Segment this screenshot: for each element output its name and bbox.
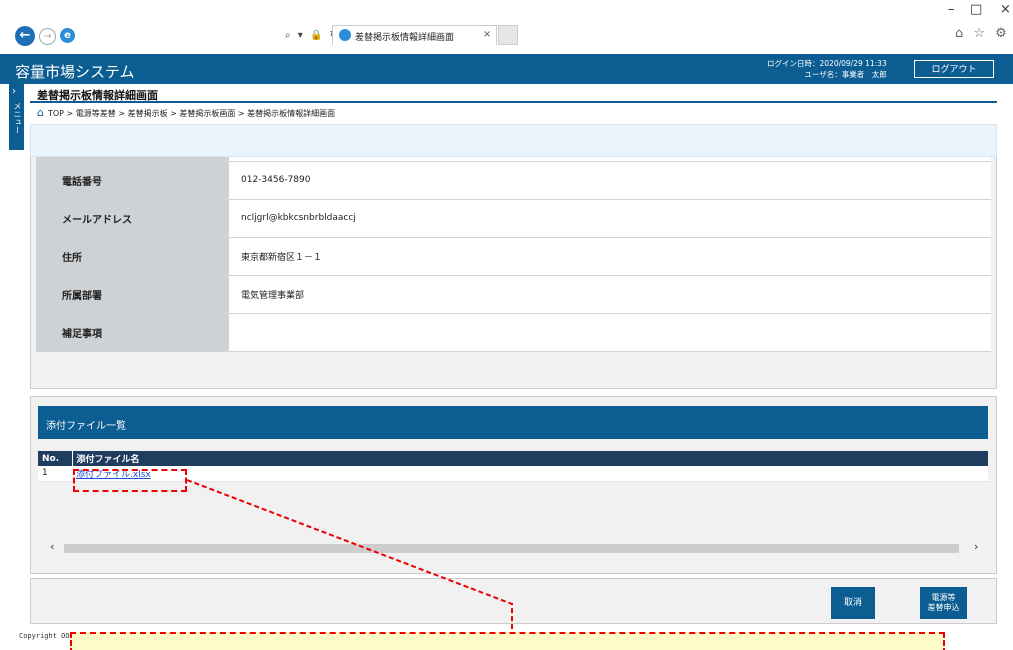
minimize-icon[interactable]: – [948, 2, 955, 17]
login-time: ログイン日時：2020/09/29 11:33 [767, 59, 887, 68]
file-cell: 添付ファイル.xlsx [72, 466, 988, 482]
app-header: 容量市場システム ログイン日時：2020/09/29 11:33 ユーザ名：事業… [0, 54, 1013, 84]
home-icon[interactable]: ⌂ [37, 106, 44, 119]
annotation-callout [70, 632, 945, 650]
horizontal-scrollbar[interactable]: ‹ › [38, 540, 988, 555]
detail-value: ncljgrl@kbkcsnbrbldaaccj [229, 199, 991, 238]
logout-button[interactable]: ログアウト [914, 60, 994, 78]
col-no-header: No. [38, 451, 73, 466]
login-info: ログイン日時：2020/09/29 11:33 ユーザ名：事業者 太郎 [767, 58, 887, 80]
file-no: 1 [38, 466, 72, 482]
close-window-icon[interactable]: × [1000, 2, 1011, 17]
detail-label: 住所 [36, 237, 229, 276]
user-name: ユーザ名：事業者 太郎 [804, 70, 887, 79]
side-menu-label: メニュー [13, 102, 22, 134]
title-divider [30, 101, 997, 103]
col-name-header: 添付ファイル名 [72, 451, 988, 466]
side-menu-toggle[interactable]: › メニュー [9, 84, 24, 150]
detail-label: 電話番号 [36, 161, 229, 200]
forward-icon[interactable]: → [39, 28, 56, 45]
browser-chrome: – □ × ← → e ⌕ ▾ 🔒 ↻ 差替掲示板情報詳細画面 × ⌂ ☆ ⚙ [0, 0, 1013, 54]
detail-panel: 電話番号 012-3456-7890 メールアドレス ncljgrl@kbkcsnb… [30, 157, 997, 389]
detail-row: 補足事項 [36, 313, 991, 352]
app-title: 容量市場システム [15, 63, 135, 81]
detail-label: 補足事項 [36, 313, 229, 352]
scroll-thumb[interactable] [64, 544, 959, 553]
scroll-right-icon[interactable]: › [974, 540, 978, 553]
detail-row: 電話番号 012-3456-7890 [36, 161, 991, 200]
new-tab-button[interactable] [498, 25, 518, 45]
breadcrumb: ⌂ TOP > 電源等差替 > 差替掲示板 > 差替掲示板画面 > 差替掲示板情報… [37, 106, 335, 119]
detail-label: 所属部署 [36, 275, 229, 314]
annotation-highlight [73, 469, 187, 492]
detail-row: 所属部署 電気管理事業部 [36, 275, 991, 314]
detail-table: 電話番号 012-3456-7890 メールアドレス ncljgrl@kbkcsnb… [36, 157, 991, 352]
apply-label-line1: 電源等 [931, 593, 956, 602]
back-icon[interactable]: ← [15, 26, 35, 46]
cancel-button[interactable]: 取消 [831, 587, 875, 619]
detail-row: 住所 東京都新宿区１－１ [36, 237, 991, 276]
scroll-left-icon[interactable]: ‹ [50, 540, 54, 553]
detail-row: メールアドレス ncljgrl@kbkcsnbrbldaaccj [36, 199, 991, 238]
breadcrumb-text[interactable]: TOP > 電源等差替 > 差替掲示板 > 差替掲示板画面 > 差替掲示板情報詳… [48, 109, 335, 118]
detail-label: メールアドレス [36, 199, 229, 238]
tab-favicon-icon [339, 29, 351, 41]
apply-label-line2: 差替申込 [927, 603, 960, 612]
detail-value: 電気管理事業部 [229, 275, 991, 314]
detail-value: 012-3456-7890 [229, 161, 991, 200]
replacement-apply-button[interactable]: 電源等 差替申込 [920, 587, 967, 619]
tab-close-icon[interactable]: × [483, 29, 491, 40]
browser-logo-icon: e [60, 28, 75, 43]
toolbar-icons[interactable]: ⌂ ☆ ⚙ [955, 26, 1010, 41]
detail-value: 東京都新宿区１－１ [229, 237, 991, 276]
copyright: Copyright OO [19, 632, 70, 640]
maximize-icon[interactable]: □ [970, 2, 982, 17]
attachments-title: 添付ファイル一覧 [38, 406, 988, 439]
message-area [30, 124, 997, 157]
chevron-right-icon: › [12, 86, 16, 97]
detail-value [229, 313, 991, 352]
tab-title: 差替掲示板情報詳細画面 [355, 33, 455, 43]
browser-tab[interactable]: 差替掲示板情報詳細画面 × [332, 25, 497, 45]
action-bar: 取消 電源等 差替申込 [30, 578, 997, 624]
